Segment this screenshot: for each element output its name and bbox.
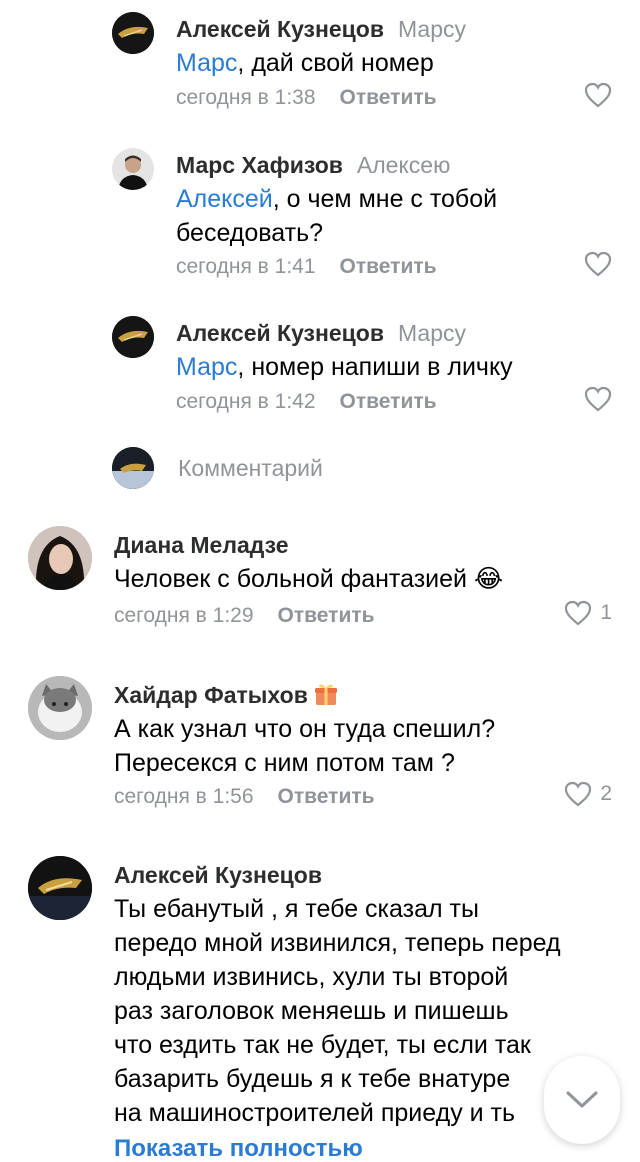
comment-text: Марс, номер напиши в личку (176, 353, 513, 381)
reply-button[interactable]: Ответить (278, 604, 375, 627)
mention-link[interactable]: Марс (176, 49, 237, 77)
avatar[interactable] (112, 12, 154, 54)
like-button[interactable]: 1 (564, 600, 612, 626)
avatar[interactable] (28, 526, 92, 590)
heart-outline-icon (584, 386, 612, 412)
avatar[interactable] (112, 316, 154, 358)
reply-comment: Алексей Кузнецов Марсу Марс, дай свой ном… (0, 0, 640, 130)
comment-input[interactable]: Комментарий (178, 455, 323, 482)
author-name[interactable]: Алексей Кузнецов (176, 320, 384, 346)
comment-text: Алексей, о чем мне с тобой беседовать? (176, 185, 498, 247)
author-name[interactable]: Алексей Кузнецов (176, 16, 384, 42)
comment-text: Человек с больной фантазией 😂 (114, 565, 504, 593)
reply-button[interactable]: Ответить (278, 785, 375, 808)
chevron-down-icon (566, 1091, 598, 1108)
avatar[interactable] (28, 676, 92, 740)
comment-time: сегодня в 1:38 (176, 86, 316, 109)
avatar[interactable] (28, 856, 92, 920)
author-name[interactable]: Хайдар Фатыхов (114, 682, 308, 708)
comment-time: сегодня в 1:56 (114, 785, 254, 808)
like-button[interactable] (584, 251, 612, 277)
author-name[interactable]: Алексей Кузнецов (114, 862, 322, 888)
heart-outline-icon (584, 82, 612, 108)
reply-button[interactable]: Ответить (340, 255, 437, 278)
avatar (112, 447, 154, 489)
comment-text: Марс, дай свой номер (176, 49, 434, 77)
reply-button[interactable]: Ответить (340, 86, 437, 109)
heart-outline-icon (584, 251, 612, 277)
scroll-down-button[interactable] (544, 1056, 620, 1144)
heart-outline-icon (565, 781, 592, 807)
comment-input-row[interactable]: Комментарий (0, 445, 640, 495)
heart-outline-icon (565, 600, 592, 626)
comment-time: сегодня в 1:42 (176, 390, 316, 413)
like-button[interactable] (584, 82, 612, 108)
show-more-link[interactable]: Показать полностью (114, 1135, 363, 1162)
author-name[interactable]: Марс Хафизов (176, 152, 343, 178)
gift-icon (314, 682, 338, 706)
like-count: 1 (600, 601, 612, 624)
comment-text: Ты ебанутый , я тебе сказал ты передо мн… (114, 895, 561, 1127)
comment-time: сегодня в 1:29 (114, 604, 254, 627)
reply-comment: Алексей Кузнецов Марсу Марс, номер напиши… (0, 310, 640, 440)
like-button[interactable] (584, 386, 612, 412)
avatar[interactable] (112, 148, 154, 190)
reply-comment: Марс Хафизов Алексею Алексей, о чем мне с… (0, 140, 640, 300)
comment: Алексей Кузнецов Ты ебанутый , я тебе ск… (0, 850, 640, 1162)
like-button[interactable]: 2 (564, 781, 612, 807)
reply-button[interactable]: Ответить (340, 390, 437, 413)
comment: Хайдар Фатыхов А как узнал что он туда с… (0, 670, 640, 820)
reply-to-label[interactable]: Марсу (398, 16, 466, 42)
mention-link[interactable]: Марс (176, 353, 237, 381)
reply-to-label[interactable]: Марсу (398, 320, 466, 346)
comment: Диана Меладзе Человек с больной фантазие… (0, 520, 640, 640)
like-count: 2 (600, 782, 612, 805)
author-name[interactable]: Диана Меладзе (114, 532, 289, 558)
comment-text: А как узнал что он туда спешил? Пересекс… (114, 715, 496, 777)
reply-to-label[interactable]: Алексею (357, 152, 450, 178)
mention-link[interactable]: Алексей (176, 185, 273, 213)
comment-time: сегодня в 1:41 (176, 255, 316, 278)
